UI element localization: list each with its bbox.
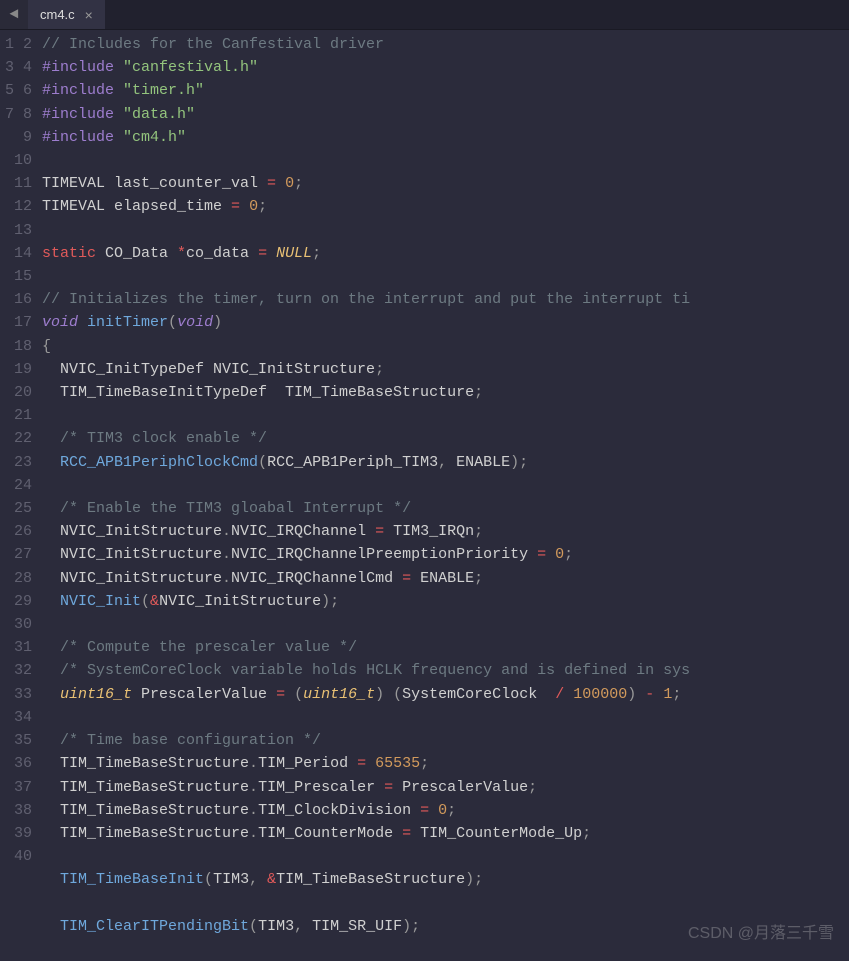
watermark: CSDN @月落三千雪 (688, 919, 834, 943)
chevron-left-icon: ◄ (9, 6, 18, 23)
gutter: 1 2 3 4 5 6 7 8 9 10 11 12 13 14 15 16 1… (0, 30, 42, 961)
code-content[interactable]: // Includes for the Canfestival driver #… (42, 30, 849, 961)
tab-file[interactable]: cm4.c × (28, 0, 105, 29)
tab-label: cm4.c (40, 7, 75, 22)
tab-scroll-prev[interactable]: ◄ (0, 0, 28, 29)
code-editor[interactable]: 1 2 3 4 5 6 7 8 9 10 11 12 13 14 15 16 1… (0, 30, 849, 961)
close-icon[interactable]: × (85, 7, 93, 23)
tab-bar: ◄ cm4.c × (0, 0, 849, 30)
